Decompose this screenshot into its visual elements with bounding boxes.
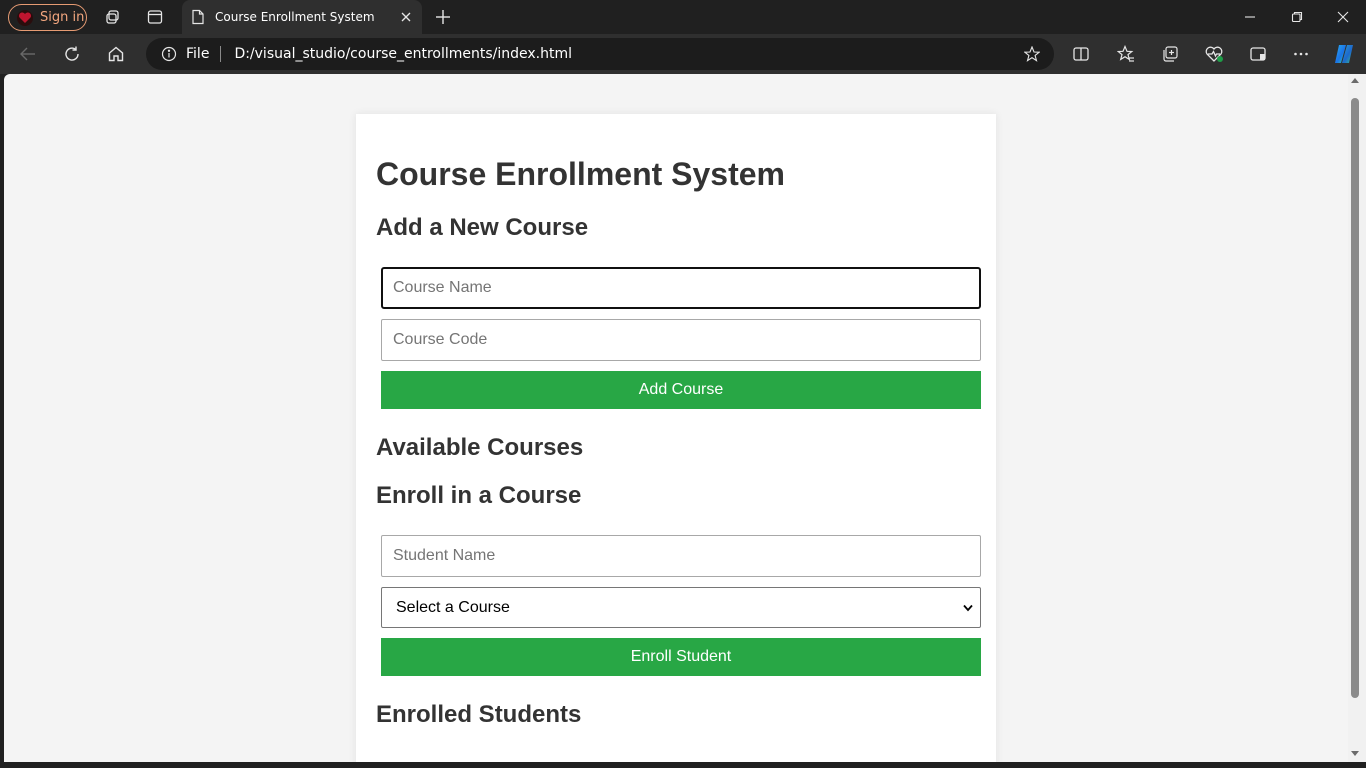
page-title: Course Enrollment System [376, 156, 785, 192]
favorites-icon[interactable] [1116, 44, 1136, 64]
more-icon[interactable] [1291, 44, 1311, 64]
browser-toolbar: File D:/visual_studio/course_entrollment… [0, 34, 1366, 74]
window-bottom-edge [0, 762, 1366, 768]
enroll-student-button[interactable]: Enroll Student [381, 638, 981, 676]
back-icon[interactable] [18, 44, 38, 64]
course-select-value: Select a Course [396, 598, 510, 616]
browser-essentials-icon[interactable] [1204, 44, 1224, 64]
refresh-icon[interactable] [62, 44, 82, 64]
sidebar-icon[interactable] [1248, 44, 1268, 64]
title-bar: Sign in Course Enrollment System [0, 0, 1366, 34]
enrolled-students-heading: Enrolled Students [376, 701, 582, 728]
copilot-icon[interactable] [1332, 42, 1356, 66]
address-bar[interactable]: File D:/visual_studio/course_entrollment… [146, 38, 1054, 70]
page-viewport: Course Enrollment System Add a New Cours… [4, 74, 1348, 762]
workspaces-icon[interactable] [103, 7, 123, 27]
url-text[interactable]: D:/visual_studio/course_entrollments/ind… [234, 46, 572, 62]
student-name-input[interactable] [381, 535, 981, 577]
new-tab-icon[interactable] [433, 7, 453, 27]
course-select[interactable]: Select a Course [381, 587, 981, 628]
scrollbar-thumb[interactable] [1351, 98, 1359, 698]
document-icon [190, 9, 206, 25]
course-name-input[interactable] [381, 267, 981, 309]
chevron-down-icon [962, 602, 974, 614]
collections-icon[interactable] [1160, 44, 1180, 64]
omnibox-divider [220, 46, 222, 62]
url-scheme-label: File [186, 46, 210, 62]
close-icon[interactable] [398, 9, 414, 25]
sign-in-label: Sign in [40, 10, 85, 25]
favorite-star-icon[interactable] [1024, 46, 1040, 62]
available-courses-heading: Available Courses [376, 434, 584, 461]
enroll-heading: Enroll in a Course [376, 482, 582, 509]
tab-actions-icon[interactable] [145, 7, 165, 27]
minimize-icon[interactable] [1240, 7, 1260, 27]
scroll-down-icon[interactable] [1351, 751, 1359, 756]
active-tab[interactable]: Course Enrollment System [182, 0, 422, 34]
profile-icon [15, 8, 35, 28]
scroll-up-icon[interactable] [1351, 78, 1359, 83]
home-icon[interactable] [106, 44, 126, 64]
course-code-input[interactable] [381, 319, 981, 361]
page-scrollbar[interactable] [1348, 74, 1366, 762]
add-course-heading: Add a New Course [376, 214, 589, 241]
add-course-button[interactable]: Add Course [381, 371, 981, 409]
window-close-icon[interactable] [1333, 7, 1353, 27]
enrollment-card: Course Enrollment System Add a New Cours… [356, 114, 996, 762]
tab-title: Course Enrollment System [215, 10, 375, 24]
restore-icon[interactable] [1287, 7, 1307, 27]
info-icon[interactable] [161, 46, 177, 62]
split-screen-icon[interactable] [1071, 44, 1091, 64]
sign-in-button[interactable]: Sign in [8, 4, 87, 31]
